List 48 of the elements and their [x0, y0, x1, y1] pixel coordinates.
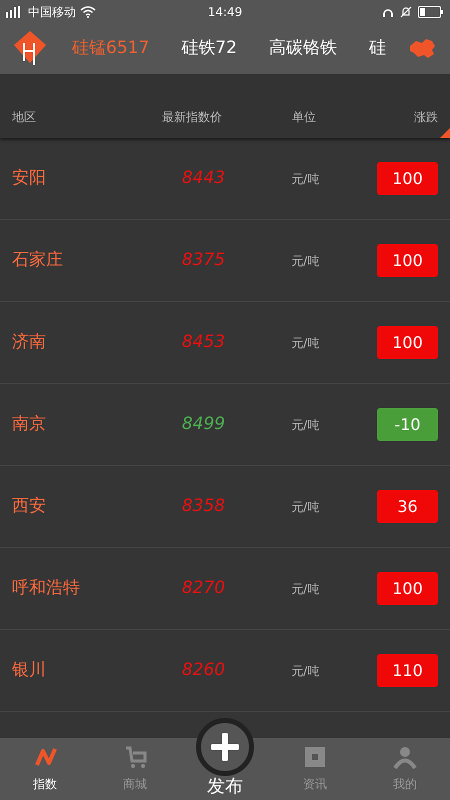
- column-header: 单位: [292, 109, 317, 126]
- carrier-name: 中国移动: [28, 4, 76, 21]
- change-badge: 100: [377, 326, 438, 359]
- clock-time: 14:49: [208, 4, 242, 21]
- change-badge: 110: [377, 654, 438, 687]
- region-cell-text: 西安: [12, 494, 47, 518]
- price-cell-text: 8443: [180, 166, 226, 190]
- wifi-icon: [80, 6, 96, 18]
- region-cell-text: 南京: [12, 412, 47, 436]
- map-icon[interactable]: [408, 38, 436, 60]
- region-cell-text: 安阳: [12, 166, 47, 190]
- price-cell-text: 8375: [180, 248, 226, 272]
- unit-cell-text: 元/吨: [290, 498, 320, 516]
- region-cell-text: 济南: [12, 330, 47, 354]
- bell-muted-icon: [400, 6, 412, 18]
- change-badge: 36: [377, 490, 438, 523]
- category-tab[interactable]: 高碳铬铁: [268, 36, 337, 62]
- region-cell-text: 呼和浩特: [12, 576, 81, 600]
- change-badge: 100: [377, 162, 438, 195]
- unit-cell-text: 元/吨: [290, 170, 320, 188]
- unit-cell-text: 元/吨: [290, 252, 320, 270]
- cart-icon: [123, 745, 147, 769]
- unit-cell-text: 元/吨: [290, 334, 320, 352]
- unit-cell-text: 元/吨: [290, 662, 320, 680]
- logo-icon: [14, 31, 46, 67]
- unit-cell-text: 元/吨: [290, 580, 320, 598]
- price-cell-text: 8358: [180, 494, 226, 518]
- price-cell-text: 8499: [180, 412, 226, 436]
- column-header: 涨跌: [413, 109, 438, 126]
- category-tab[interactable]: 硅铁72: [181, 36, 237, 62]
- plus-icon: [211, 733, 239, 761]
- corner-triangle-icon: [440, 128, 450, 138]
- unit-cell-text: 元/吨: [290, 416, 320, 434]
- category-tab[interactable]: 硅: [368, 36, 386, 62]
- change-badge: -10: [377, 408, 438, 441]
- battery-icon: [418, 6, 444, 18]
- person-icon: [393, 745, 417, 769]
- price-cell-text: 8260: [180, 658, 226, 682]
- region-cell-text: 银川: [12, 658, 47, 682]
- change-badge: 100: [377, 244, 438, 277]
- column-header: 最新指数价: [162, 109, 223, 126]
- nav-tab[interactable]: 指数: [0, 738, 90, 800]
- change-badge: 100: [377, 572, 438, 605]
- column-header: 地区: [12, 109, 37, 126]
- price-cell-text: 8453: [180, 330, 226, 354]
- publish-button[interactable]: 发布: [180, 718, 270, 800]
- price-cell-text: 8270: [180, 576, 226, 600]
- region-cell-text: 石家庄: [12, 248, 64, 272]
